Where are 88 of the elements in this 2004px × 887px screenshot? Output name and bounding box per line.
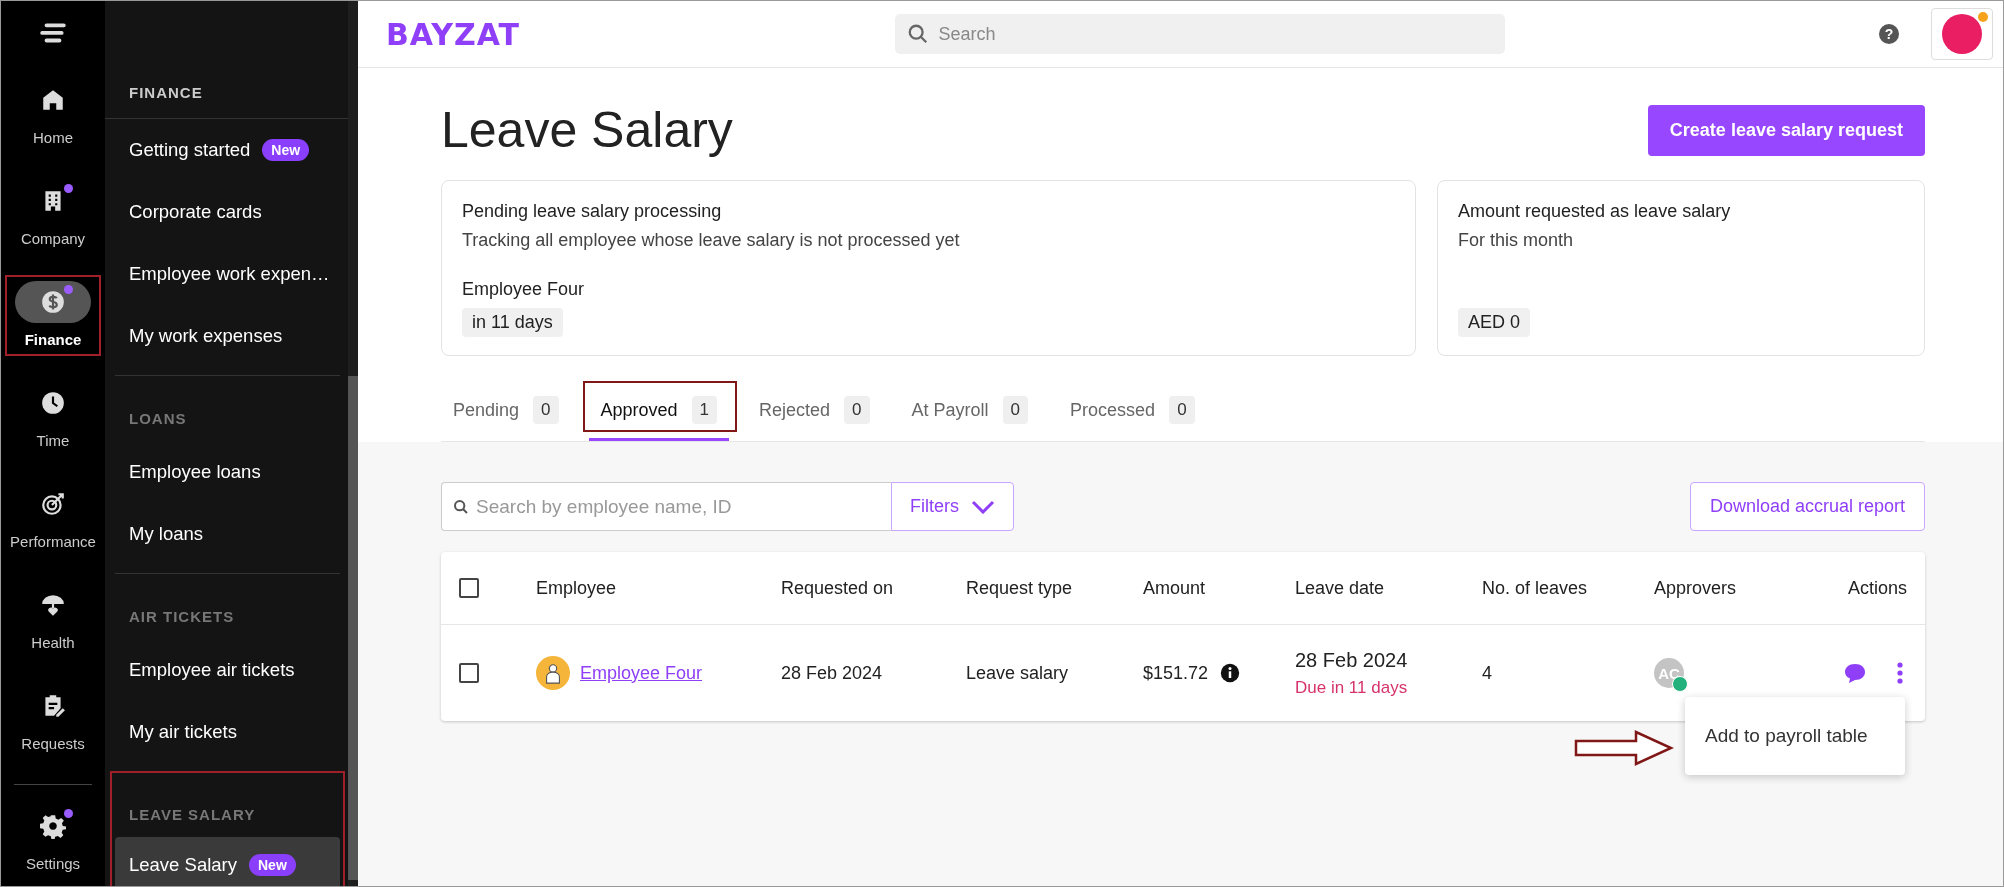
- filters-button[interactable]: Filters: [891, 482, 1014, 531]
- create-request-button[interactable]: Create leave salary request: [1647, 104, 1925, 156]
- checkbox[interactable]: [459, 578, 479, 598]
- umbrella-icon: [40, 592, 66, 618]
- column-header: Employee: [536, 577, 618, 599]
- leave-date: 28 Feb 2024: [1295, 648, 1409, 672]
- search-field[interactable]: Search: [894, 14, 1505, 54]
- employee-link[interactable]: Employee Four: [580, 662, 703, 684]
- nav-item[interactable]: Settings: [5, 799, 101, 880]
- menu-item[interactable]: Leave Salary New: [115, 837, 340, 886]
- page-title: Leave Salary: [441, 101, 733, 159]
- nav-item[interactable]: Health: [5, 578, 101, 659]
- table-cell-text: Leave salary: [966, 662, 1070, 684]
- new-badge: New: [262, 139, 310, 161]
- menu-item[interactable]: My loans: [115, 503, 340, 565]
- card-title: Pending leave salary processing: [462, 201, 723, 222]
- tab[interactable]: Pending 0: [441, 382, 571, 441]
- menu-item[interactable]: Employee work expen…: [115, 243, 340, 305]
- employee-name: Employee Four: [462, 279, 586, 300]
- menu-item-label: Employee work expen…: [129, 263, 330, 285]
- menu-item[interactable]: Add to payroll table: [1685, 711, 1905, 761]
- card-subtitle: For this month: [1458, 230, 1575, 251]
- menu-icon: [40, 23, 66, 45]
- menu-item-label: Employee loans: [129, 461, 261, 483]
- count-badge: 0: [1169, 396, 1195, 424]
- card-subtitle: Tracking all employee whose leave salary is not processed yet: [462, 230, 961, 251]
- value-chip: in 11 days: [462, 308, 563, 337]
- count-badge: 0: [533, 396, 559, 424]
- menu-item-label: Leave Salary: [129, 854, 237, 876]
- column-header: Request type: [966, 577, 1074, 599]
- count-badge: 0: [1002, 396, 1029, 424]
- chevron-down-icon: [971, 499, 995, 514]
- nav-item[interactable]: Time: [5, 376, 101, 457]
- table-cell: $151.72: [1143, 662, 1209, 684]
- column-header: Requested on: [781, 577, 895, 599]
- menu-item[interactable]: Employee loans: [115, 441, 340, 503]
- menu-item[interactable]: Getting started New: [115, 119, 340, 181]
- section-heading: LOANS: [128, 409, 188, 429]
- new-badge: New: [249, 854, 296, 876]
- menu-item-label: My air tickets: [129, 721, 237, 743]
- logo[interactable]: BAYZAT: [386, 16, 521, 52]
- search-icon: [453, 499, 469, 515]
- menu-item-label: My work expenses: [129, 325, 283, 347]
- menu-item[interactable]: Employee air tickets: [115, 639, 340, 701]
- count-badge: 1: [691, 396, 718, 424]
- nav-item[interactable]: Finance: [5, 275, 101, 356]
- count-badge: 0: [844, 396, 870, 424]
- scrollbar[interactable]: [348, 1, 358, 886]
- nav-item[interactable]: Requests: [5, 679, 101, 760]
- section-heading: AIR TICKETS: [128, 607, 236, 627]
- menu-item[interactable]: Corporate cards: [115, 181, 340, 243]
- help-icon[interactable]: ?: [1879, 24, 1899, 44]
- table-cell-text: 4: [1482, 662, 1493, 684]
- clock-icon: [40, 390, 66, 416]
- value-chip: AED 0: [1458, 308, 1531, 337]
- tab[interactable]: At Payroll 0: [899, 382, 1041, 441]
- target-icon: [40, 491, 66, 517]
- column-header: Actions: [1847, 577, 1907, 599]
- section-heading: LEAVE SALARY: [128, 805, 257, 825]
- more-options-icon: [1897, 662, 1903, 684]
- menu-item-label: Corporate cards: [129, 201, 262, 223]
- tab[interactable]: Rejected 0: [747, 382, 882, 441]
- menu-item[interactable]: My air tickets: [115, 701, 340, 763]
- column-header: Amount: [1143, 577, 1207, 599]
- profile-button[interactable]: [1931, 8, 1993, 60]
- menu-item[interactable]: My work expenses: [115, 305, 340, 367]
- checkbox[interactable]: [459, 663, 479, 683]
- due-label: Due in 11 days: [1295, 677, 1409, 698]
- download-report-button[interactable]: Download accrual report: [1689, 482, 1925, 531]
- nav-item[interactable]: Company: [5, 174, 101, 255]
- menu-item-label: Getting started: [129, 139, 251, 161]
- nav-item[interactable]: Home: [5, 73, 101, 154]
- menu-item-label: Employee air tickets: [129, 659, 295, 681]
- table-cell-text: 28 Feb 2024: [781, 662, 884, 684]
- column-header: No. of leaves: [1482, 577, 1589, 599]
- search-icon: [906, 23, 929, 45]
- info-icon: [1220, 663, 1241, 683]
- dollar-icon: [40, 289, 66, 315]
- nav-item[interactable]: Performance: [5, 477, 101, 558]
- tab[interactable]: Processed 0: [1058, 382, 1207, 441]
- column-header: Leave date: [1295, 577, 1386, 599]
- card-title: Amount requested as leave salary: [1458, 201, 1732, 222]
- menu-item-label: My loans: [129, 523, 204, 545]
- column-header: Approvers: [1654, 577, 1738, 599]
- avatar: [1942, 14, 1982, 54]
- settings-icon: [40, 813, 66, 839]
- search-field[interactable]: Search by employee name, ID: [441, 482, 891, 531]
- comment-icon: [1843, 662, 1867, 684]
